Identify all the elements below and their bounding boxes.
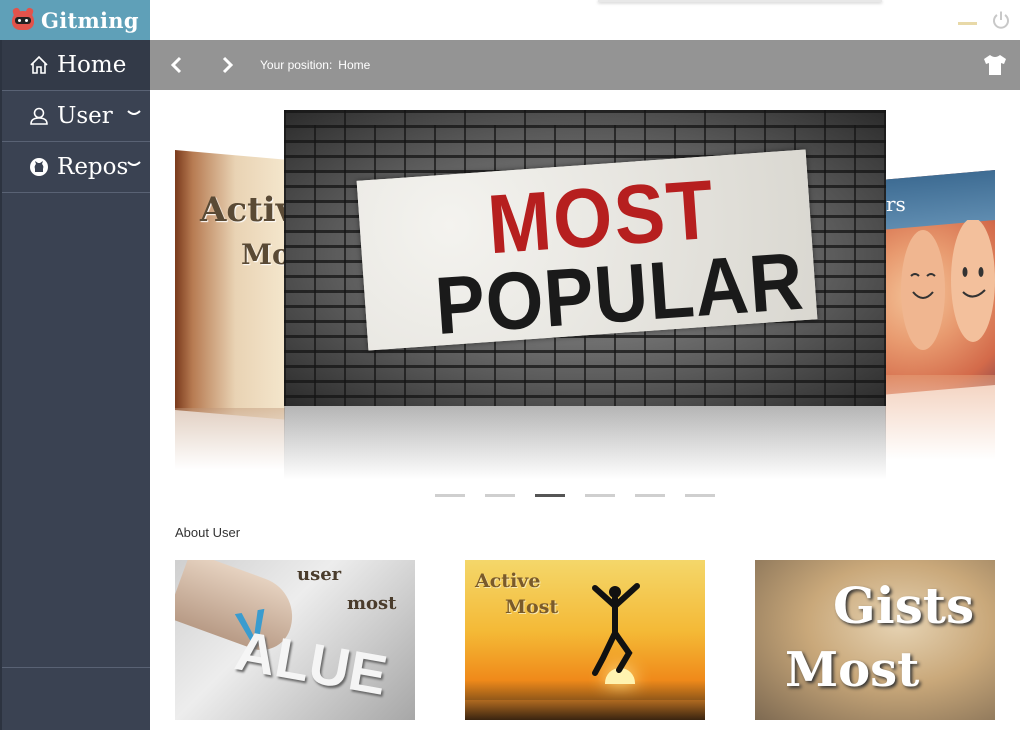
card-text: Active xyxy=(475,570,541,592)
about-card-user-most-value[interactable]: user most V ALUE xyxy=(175,560,415,720)
section-title: About User xyxy=(175,525,241,540)
slide-text: Mo xyxy=(241,238,285,271)
sidebar-item-label: Home xyxy=(57,52,127,78)
sidebar-item-label: Repos xyxy=(57,154,129,180)
breadcrumb-current[interactable]: Home xyxy=(338,58,370,72)
carousel-dot[interactable] xyxy=(585,494,615,497)
carousel-dot[interactable] xyxy=(435,494,465,497)
slide-poster: MOST POPULAR xyxy=(356,149,818,352)
breadcrumb-prefix: Your position: xyxy=(260,58,333,72)
finger-faces-illustration xyxy=(901,220,995,350)
chevron-down-icon[interactable] xyxy=(126,105,142,123)
jumping-person-silhouette xyxy=(592,583,640,676)
breadcrumb-bar: Your position: Home xyxy=(150,40,1020,90)
slide-reflection xyxy=(885,375,995,460)
card-text: most xyxy=(347,593,397,614)
tshirt-icon xyxy=(984,55,1006,75)
breadcrumb: Your position: Home xyxy=(260,58,370,72)
carousel-dot[interactable] xyxy=(485,494,515,497)
user-icon xyxy=(29,106,49,126)
card-text: user xyxy=(297,564,342,585)
chevron-right-icon xyxy=(222,56,234,74)
back-button[interactable] xyxy=(168,56,186,74)
window-top-edge xyxy=(598,0,882,2)
about-card-active-most[interactable]: Active Most xyxy=(465,560,705,720)
sidebar: Home User Repos xyxy=(0,40,150,730)
skin-button[interactable] xyxy=(982,53,1008,77)
carousel-dot[interactable] xyxy=(635,494,665,497)
carousel-slide-right[interactable]: rs xyxy=(885,170,995,460)
sidebar-item-home[interactable]: Home xyxy=(2,40,150,91)
sidebar-item-label: User xyxy=(57,103,113,129)
app-logo[interactable]: Gitming xyxy=(0,0,150,40)
slide-reflection xyxy=(175,408,285,470)
sidebar-item-repos[interactable]: Repos xyxy=(2,142,150,193)
card-big-text: ALUE xyxy=(230,618,392,707)
card-text: Most xyxy=(785,642,920,698)
ninja-mascot-icon xyxy=(11,7,35,33)
ground-illustration xyxy=(465,700,705,720)
carousel-slide-main[interactable]: MOST POPULAR xyxy=(284,110,886,480)
home-icon xyxy=(29,55,49,75)
carousel-pagination xyxy=(435,494,715,498)
slide-text: rs xyxy=(886,192,906,216)
carousel-slide-left[interactable]: Activ Mo xyxy=(175,150,285,470)
minimize-button[interactable] xyxy=(958,22,977,25)
slide-text: Activ xyxy=(200,190,285,230)
card-text: Most xyxy=(505,596,559,618)
app-title: Gitming xyxy=(41,7,139,33)
chevron-left-icon xyxy=(170,56,182,74)
carousel-dot[interactable] xyxy=(685,494,715,497)
sidebar-item-user[interactable]: User xyxy=(2,91,150,142)
card-text: Gists xyxy=(833,576,975,635)
forward-button[interactable] xyxy=(218,56,236,74)
sidebar-divider xyxy=(2,667,150,668)
power-button[interactable] xyxy=(991,10,1011,30)
power-icon xyxy=(993,11,1009,29)
github-icon xyxy=(29,157,49,177)
carousel-dot-active[interactable] xyxy=(535,494,565,497)
slide-reflection xyxy=(284,406,886,480)
chevron-down-icon[interactable] xyxy=(126,156,142,174)
about-card-gists-most[interactable]: Gists Most xyxy=(755,560,995,720)
window-title-bar xyxy=(150,0,1020,40)
